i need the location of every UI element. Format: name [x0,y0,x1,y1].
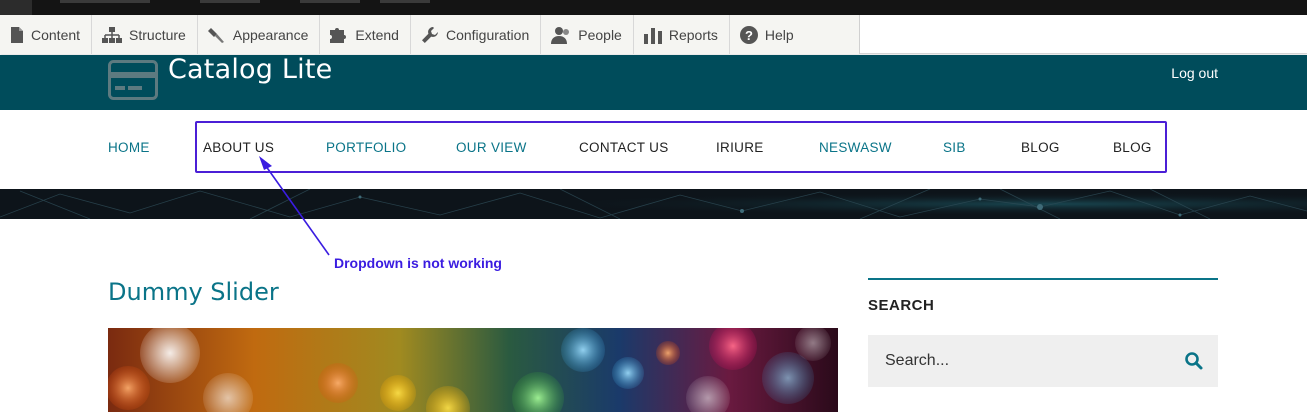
sidebar-rule [868,278,1218,280]
svg-text:?: ? [745,28,753,43]
admin-top-bar [0,0,1307,15]
site-name[interactable]: Catalog Lite [168,54,332,85]
help-icon: ? [739,25,758,44]
toolbar-item-help[interactable]: ? Help [730,15,805,54]
toolbar-item-structure[interactable]: Structure [92,15,198,54]
logout-link[interactable]: Log out [1171,65,1218,81]
file-icon [11,26,23,43]
toolbar-item-label: People [578,26,622,43]
toolbar-item-extend[interactable]: Extend [320,15,411,54]
sitemap-icon [102,26,123,43]
search-form [868,335,1218,387]
admin-user-tab[interactable] [200,0,260,3]
toolbar-item-label: Configuration [445,26,530,43]
admin-home-tab[interactable] [0,0,32,15]
toolbar-item-reports[interactable]: Reports [634,15,730,54]
banner-network-graphic [0,189,1307,219]
admin-manage-tab[interactable] [300,0,360,3]
toolbar-item-label: Structure [129,26,186,43]
page-title: Dummy Slider [108,278,279,306]
slider-bokeh-image [108,328,838,412]
toolbar-item-label: Reports [668,26,718,43]
search-input[interactable] [868,335,1168,387]
wrench-icon [421,26,438,43]
puzzle-icon [330,28,347,43]
admin-toolbar: Content Structure Appearance Extend Conf… [0,15,1307,54]
image-slider[interactable] [108,328,838,412]
toolbar-item-label: Appearance [232,26,309,43]
toolbar-item-label: Content [31,26,81,43]
search-icon[interactable] [1184,351,1204,371]
paint-icon [207,27,224,43]
people-icon [551,26,570,44]
toolbar-item-label: Extend [355,26,399,43]
bar-chart-icon [643,27,662,44]
site-header: Catalog Lite Log out [0,54,1307,110]
sidebar-heading-search: SEARCH [868,297,935,314]
toolbar-item-configuration[interactable]: Configuration [411,15,542,54]
toolbar-item-people[interactable]: People [541,15,634,54]
admin-tools-tab[interactable] [380,0,430,3]
toolbar-item-content[interactable]: Content [0,15,93,54]
toolbar-item-appearance[interactable]: Appearance [198,15,321,54]
admin-shortcuts-tab[interactable] [60,0,150,3]
annotation-label: Dropdown is not working [334,255,502,271]
admin-toolbar-tray: Content Structure Appearance Extend Conf… [0,15,860,54]
catalog-logo-icon[interactable] [108,60,158,100]
hero-banner [0,189,1307,219]
annotation-highlight-box [195,121,1167,173]
toolbar-item-label: Help [764,26,794,43]
nav-item-home[interactable]: HOME [108,140,150,155]
